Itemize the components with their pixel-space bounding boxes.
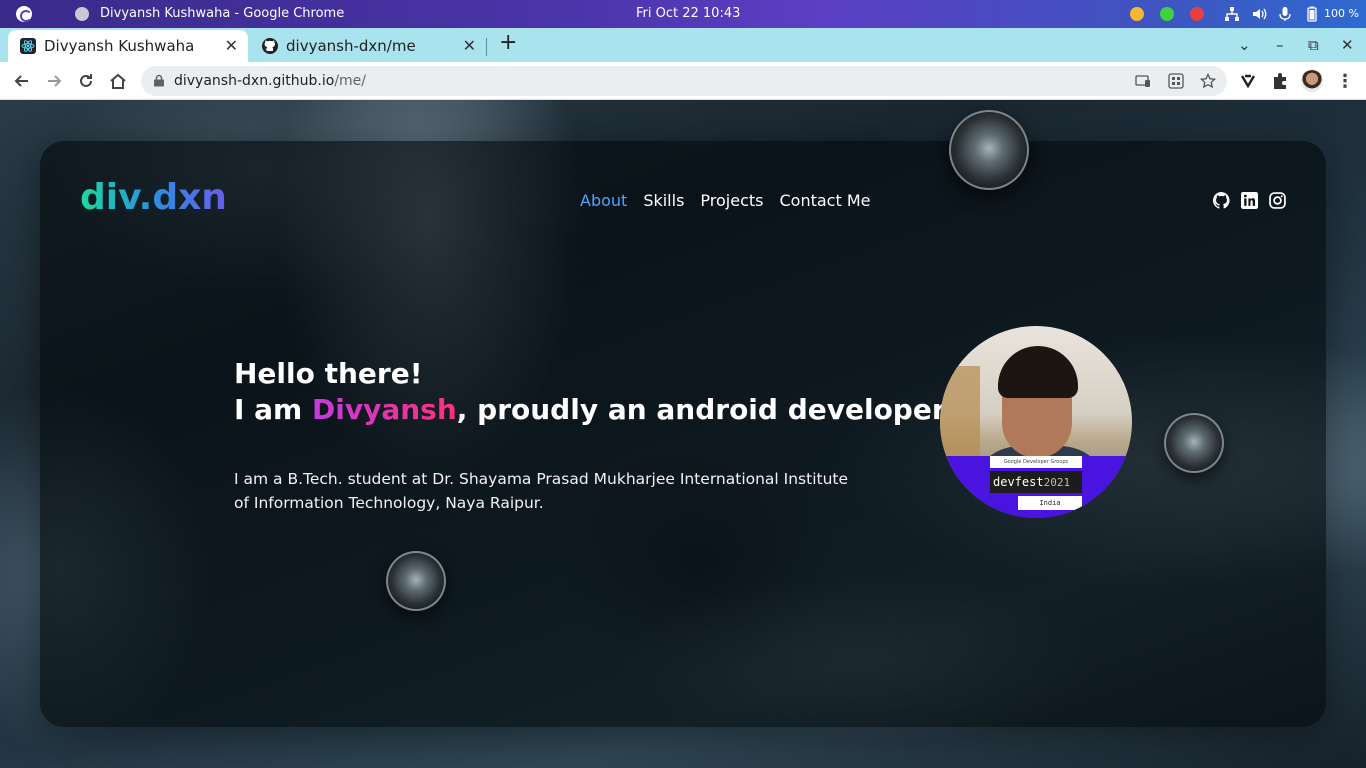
- nav-projects[interactable]: Projects: [700, 191, 763, 210]
- decorative-orb: [949, 110, 1029, 190]
- gdg-label: Google Developer Groups: [990, 456, 1082, 468]
- close-window-icon[interactable]: ✕: [1341, 36, 1354, 54]
- volume-icon[interactable]: [1251, 6, 1267, 22]
- decorative-orb: [386, 551, 446, 611]
- page-background: div.dxn About Skills Projects Contact Me…: [0, 100, 1366, 768]
- intro-prefix: I am: [234, 393, 312, 426]
- minimize-window-icon[interactable]: –: [1276, 36, 1284, 54]
- maximize-dot-icon[interactable]: [1160, 7, 1174, 21]
- tab-divyansh-kushwaha[interactable]: Divyansh Kushwaha ✕: [8, 30, 248, 62]
- puzzle-extensions-icon[interactable]: [1270, 71, 1290, 91]
- hero-bio: I am a B.Tech. student at Dr. Shayama Pr…: [234, 470, 849, 512]
- network-icon[interactable]: [1224, 6, 1240, 22]
- nav-skills[interactable]: Skills: [643, 191, 684, 210]
- close-dot-icon[interactable]: [1190, 7, 1204, 21]
- hero-heading: Hello there! I am Divyansh, proudly an a…: [234, 356, 952, 428]
- reload-icon[interactable]: [76, 71, 96, 91]
- github-icon: [262, 38, 278, 54]
- cast-icon[interactable]: [1135, 73, 1151, 89]
- profile-photo: Google Developer Groups devfest2021 Indi…: [940, 326, 1132, 518]
- lock-icon[interactable]: [153, 74, 165, 87]
- photo-hair: [998, 346, 1078, 398]
- close-tab-icon[interactable]: ✕: [463, 36, 476, 55]
- instagram-icon[interactable]: [1269, 192, 1286, 209]
- more-menu-icon[interactable]: ⋮: [1336, 71, 1356, 91]
- site-logo[interactable]: div.dxn: [80, 177, 227, 218]
- profile-avatar[interactable]: [1301, 70, 1323, 92]
- url-text: divyansh-dxn.github.io/me/: [174, 73, 366, 89]
- devfest-label: devfest2021: [990, 471, 1082, 493]
- intro-suffix: , proudly an android developer.: [456, 393, 953, 426]
- tab-label: divyansh-dxn/me: [286, 37, 416, 55]
- linkedin-icon[interactable]: [1241, 192, 1258, 209]
- extension-icon[interactable]: [1238, 71, 1258, 91]
- activities-icon[interactable]: [16, 6, 32, 22]
- tab-search-icon[interactable]: ⌄: [1238, 36, 1251, 54]
- back-arrow-icon[interactable]: [12, 71, 32, 91]
- address-bar[interactable]: divyansh-dxn.github.io/me/: [141, 66, 1227, 96]
- url-path: /me/: [334, 73, 367, 89]
- qr-code-icon[interactable]: [1168, 73, 1184, 89]
- url-host: divyansh-dxn.github.io: [174, 73, 335, 89]
- clock[interactable]: Fri Oct 22 10:43: [636, 6, 740, 21]
- browser-toolbar: divyansh-dxn.github.io/me/ ⋮: [0, 62, 1366, 100]
- bookmark-star-icon[interactable]: [1200, 73, 1216, 89]
- new-tab-button[interactable]: +: [499, 32, 517, 54]
- nav-contact-me[interactable]: Contact Me: [779, 191, 870, 210]
- tab-strip: Divyansh Kushwaha ✕ divyansh-dxn/me ✕: [0, 28, 1366, 62]
- nav-about[interactable]: About: [580, 191, 627, 210]
- microphone-icon[interactable]: [1277, 6, 1293, 22]
- glass-card: [40, 141, 1326, 727]
- tab-separator: [486, 38, 487, 56]
- chrome-app-icon: [75, 7, 89, 21]
- intro-line: I am Divyansh, proudly an android develo…: [234, 392, 952, 428]
- os-top-bar: Divyansh Kushwaha - Google Chrome Fri Oc…: [0, 0, 1366, 28]
- hero-name: Divyansh: [311, 393, 457, 426]
- github-icon[interactable]: [1213, 192, 1230, 209]
- window-title: Divyansh Kushwaha - Google Chrome: [100, 6, 345, 21]
- react-icon: [20, 38, 36, 54]
- home-icon[interactable]: [108, 71, 128, 91]
- close-tab-icon[interactable]: ✕: [225, 36, 238, 55]
- battery-icon[interactable]: [1304, 6, 1320, 22]
- tab-label: Divyansh Kushwaha: [44, 37, 195, 55]
- tab-divyansh-dxn-me[interactable]: divyansh-dxn/me ✕: [250, 30, 486, 62]
- devfest-text: devfest: [993, 475, 1044, 489]
- forward-arrow-icon[interactable]: [44, 71, 64, 91]
- greeting: Hello there!: [234, 357, 423, 390]
- decorative-orb: [1164, 413, 1224, 473]
- site-nav: About Skills Projects Contact Me: [580, 191, 870, 210]
- devfest-year: 2021: [1043, 476, 1071, 489]
- minimize-dot-icon[interactable]: [1130, 7, 1144, 21]
- battery-percent: 100 %: [1324, 7, 1359, 20]
- region-label: India: [1018, 496, 1082, 510]
- restore-window-icon[interactable]: ⧉: [1308, 36, 1319, 54]
